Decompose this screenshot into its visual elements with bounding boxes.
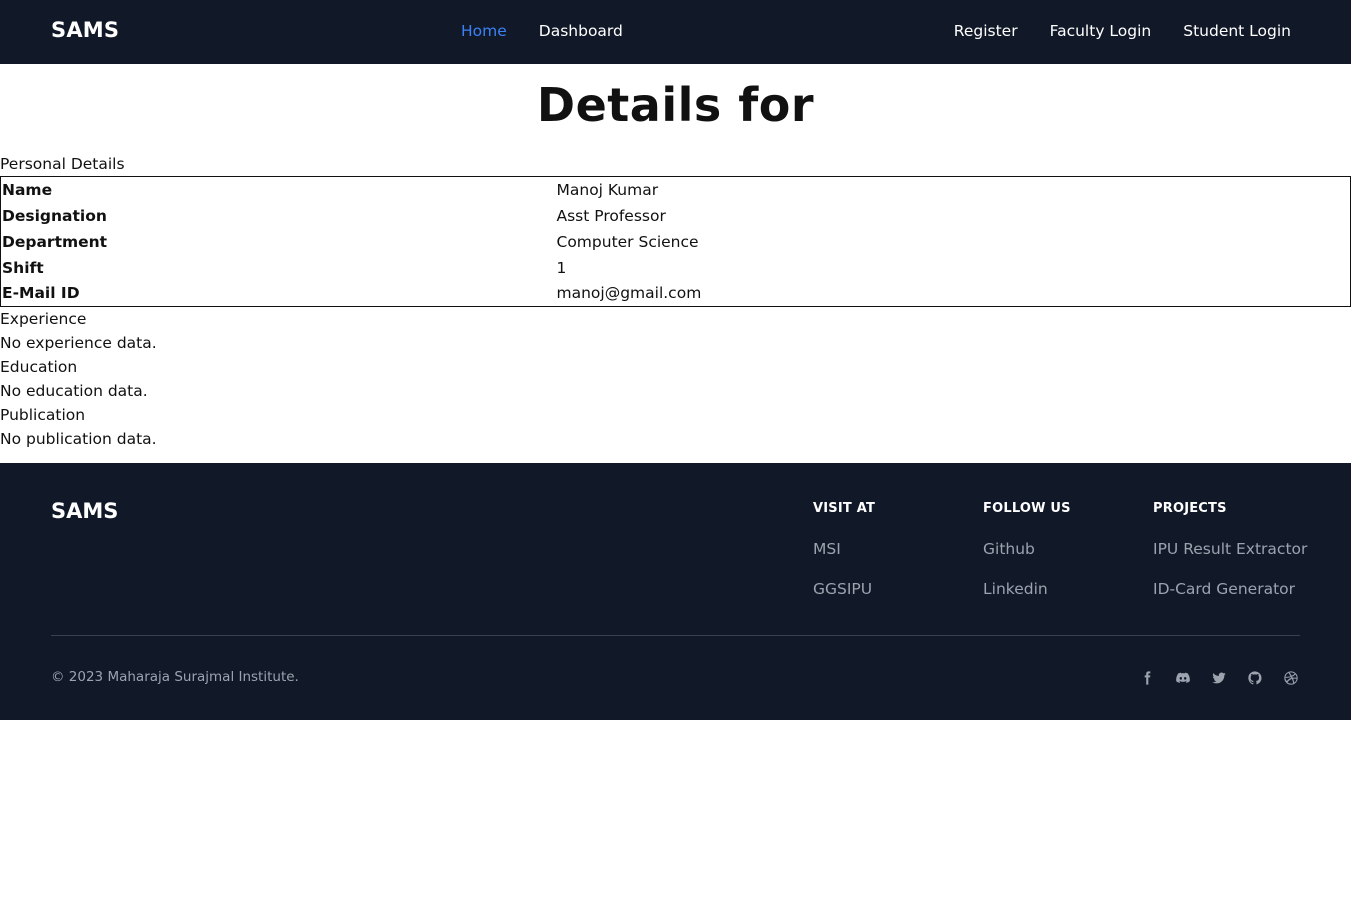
- copyright-text: © 2023 Maharaja Surajmal Institute.: [51, 669, 299, 685]
- detail-value: Computer Science: [556, 232, 699, 251]
- detail-key: Department: [2, 232, 108, 251]
- personal-details-caption: Personal Details: [0, 155, 125, 173]
- footer-divider: [51, 635, 1300, 636]
- detail-value: Manoj Kumar: [556, 180, 659, 199]
- detail-key: Shift: [2, 258, 44, 277]
- footer-projects-column: PROJECTS IPU Result Extractor ID-Card Ge…: [1153, 499, 1307, 599]
- footer: SAMS VISIT AT MSI GGSIPU FOLLOW US Githu…: [0, 463, 1351, 720]
- footer-follow-column: FOLLOW US Github Linkedin: [983, 499, 1071, 599]
- nav-home-link[interactable]: Home: [461, 22, 507, 40]
- detail-value: 1: [556, 258, 567, 277]
- page-title: Details for: [536, 78, 815, 132]
- footer-link-id-card-generator[interactable]: ID-Card Generator: [1153, 579, 1307, 599]
- education-caption: Education: [0, 358, 78, 376]
- experience-empty-text: No experience data.: [0, 334, 157, 352]
- detail-key: Name: [2, 180, 53, 199]
- social-icons: [1138, 669, 1300, 687]
- twitter-icon[interactable]: [1210, 669, 1228, 687]
- table-row: Shift 1: [1, 255, 1351, 281]
- table-row: E-Mail ID manoj@gmail.com: [1, 281, 1351, 307]
- table-row: Name Manoj Kumar: [1, 177, 1351, 203]
- discord-icon[interactable]: [1174, 669, 1192, 687]
- table-row: Designation Asst Professor: [1, 203, 1351, 229]
- footer-projects-heading: PROJECTS: [1153, 501, 1227, 516]
- navbar-brand[interactable]: SAMS: [51, 18, 119, 42]
- education-empty-text: No education data.: [0, 382, 148, 400]
- footer-link-msi[interactable]: MSI: [813, 539, 875, 559]
- personal-details-table: Name Manoj Kumar Designation Asst Profes…: [0, 176, 1351, 307]
- footer-link-linkedin[interactable]: Linkedin: [983, 579, 1071, 599]
- footer-brand[interactable]: SAMS: [51, 499, 118, 523]
- footer-link-ggsipu[interactable]: GGSIPU: [813, 579, 875, 599]
- footer-follow-heading: FOLLOW US: [983, 501, 1071, 516]
- nav-student-login-link[interactable]: Student Login: [1183, 22, 1291, 40]
- publication-caption: Publication: [0, 406, 86, 424]
- nav-right-links: Register Faculty Login Student Login: [954, 22, 1291, 40]
- dribbble-icon[interactable]: [1282, 669, 1300, 687]
- nav-center-links: Home Dashboard: [461, 22, 623, 40]
- facebook-icon[interactable]: [1138, 669, 1156, 687]
- github-icon[interactable]: [1246, 669, 1264, 687]
- detail-value: manoj@gmail.com: [556, 284, 702, 303]
- navbar: SAMS Home Dashboard Register Faculty Log…: [0, 0, 1351, 64]
- footer-visit-heading: VISIT AT: [813, 501, 876, 516]
- nav-register-link[interactable]: Register: [954, 22, 1018, 40]
- footer-visit-column: VISIT AT MSI GGSIPU: [813, 499, 875, 599]
- detail-key: Designation: [2, 206, 107, 225]
- experience-caption: Experience: [0, 310, 87, 328]
- nav-dashboard-link[interactable]: Dashboard: [539, 22, 623, 40]
- publication-empty-text: No publication data.: [0, 430, 157, 448]
- nav-faculty-login-link[interactable]: Faculty Login: [1050, 22, 1152, 40]
- table-row: Department Computer Science: [1, 229, 1351, 255]
- footer-link-github[interactable]: Github: [983, 539, 1071, 559]
- footer-link-ipu-result-extractor[interactable]: IPU Result Extractor: [1153, 539, 1307, 559]
- detail-key: E-Mail ID: [2, 284, 80, 303]
- main-content: Details for Personal Details Name Manoj …: [0, 80, 1351, 463]
- detail-value: Asst Professor: [556, 206, 666, 225]
